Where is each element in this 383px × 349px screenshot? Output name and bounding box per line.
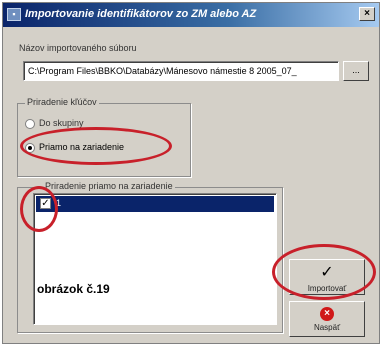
device-assignment-title: Priradenie priamo na zariadenie: [43, 181, 175, 191]
device-list[interactable]: ✓ 1: [33, 193, 277, 325]
window-title: Importovanie identifikátorov zo ZM alebo…: [25, 8, 257, 20]
key-assignment-title: Priradenie kľúčov: [25, 97, 99, 107]
close-button[interactable]: ×: [359, 7, 375, 21]
app-icon: ▪: [7, 8, 21, 21]
radio-to-group-label: Do skupiny: [39, 118, 84, 128]
cancel-icon: ×: [320, 307, 334, 321]
browse-button[interactable]: ...: [343, 61, 369, 81]
back-button-label: Naspäť: [313, 323, 341, 332]
file-name-label: Názov importovaného súboru: [19, 43, 137, 53]
figure-caption: obrázok č.19: [37, 282, 110, 296]
close-icon: ×: [364, 8, 370, 19]
annotation-oval-radio: [20, 127, 172, 165]
annotation-oval-checkbox: [20, 186, 58, 232]
annotation-oval-import: [272, 244, 376, 300]
back-button[interactable]: × Naspäť: [289, 301, 365, 337]
file-path-input[interactable]: C:\Program Files\BBKO\Databázy\Mánesovo …: [23, 61, 339, 81]
list-item[interactable]: ✓ 1: [36, 196, 274, 212]
radio-to-group[interactable]: [25, 119, 35, 129]
title-bar: ▪ Importovanie identifikátorov zo ZM ale…: [3, 3, 379, 27]
